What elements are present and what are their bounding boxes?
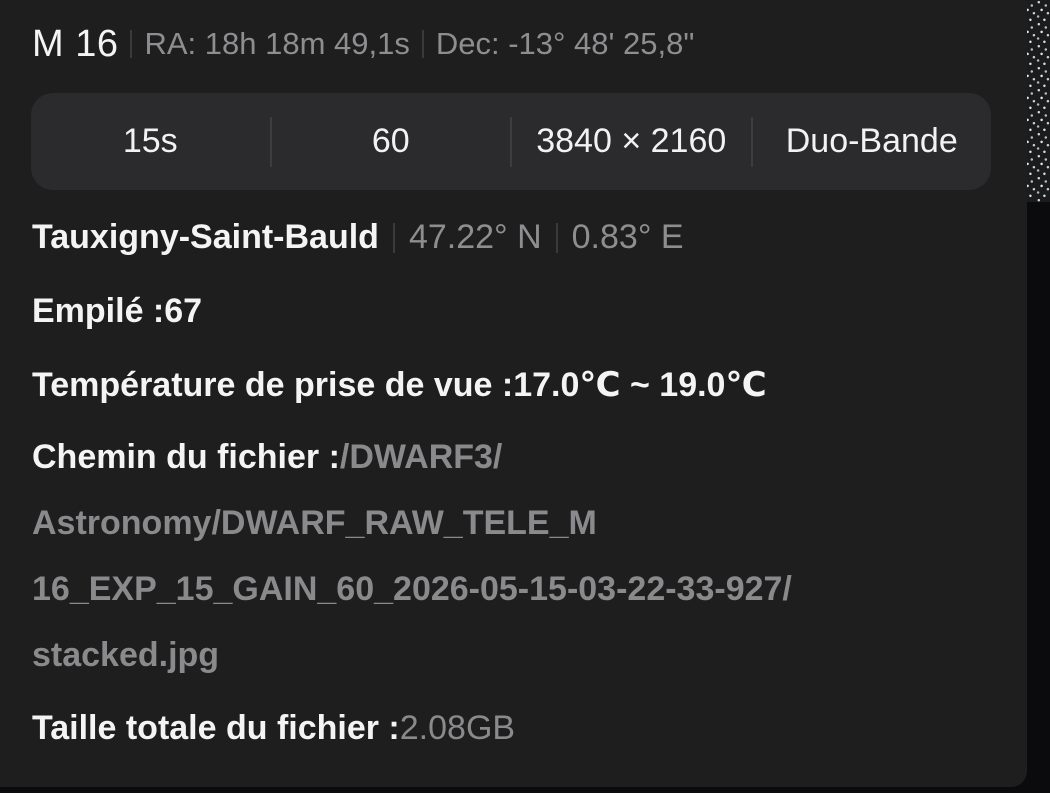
location-row: Tauxigny-Saint-Bauld 47.22° N 0.83° E [32,218,684,257]
header-separator [421,30,424,58]
file-path-row: Chemin du fichier :/DWARF3/ [32,438,502,477]
file-path-line: 16_EXP_15_GAIN_60_2026-05-15-03-22-33-92… [32,570,792,608]
file-path-label: Chemin du fichier : [32,438,340,476]
resolution-value: 3840 × 2160 [536,122,727,160]
location-name: Tauxigny-Saint-Bauld [32,218,379,256]
location-separator [392,222,395,253]
stacked-label: Empilé : [32,292,165,330]
longitude: 0.83° E [571,218,684,256]
capture-settings-bar: 15s 60 3840 × 2160 Duo-Bande [31,93,991,190]
file-path-line: Astronomy/DWARF_RAW_TELE_M [32,504,597,542]
declination: Dec: -13° 48' 25,8" [435,26,695,61]
latitude: 47.22° N [408,218,542,256]
right-ascension: RA: 18h 18m 49,1s [144,26,410,61]
stacked-count-row: Empilé :67 [32,292,202,331]
temperature-label: Température de prise de vue : [32,366,514,404]
gain-value: 60 [371,122,410,160]
image-info-panel: M 16 RA: 18h 18m 49,1s Dec: -13° 48' 25,… [0,0,1027,787]
target-header: M 16 RA: 18h 18m 49,1s Dec: -13° 48' 25,… [32,18,694,70]
filter-value: Duo-Bande [785,122,958,160]
stacked-value: 67 [164,292,203,330]
file-path-line: /DWARF3/ [339,438,503,476]
temperature-row: Température de prise de vue :17.0℃ ~ 19.… [32,365,767,405]
file-size-value: 2.08GB [399,709,516,747]
screen: M 16 RA: 18h 18m 49,1s Dec: -13° 48' 25,… [0,0,1050,793]
header-separator [130,30,133,58]
file-size-row: Taille totale du fichier :2.08GB [32,709,515,748]
location-separator [555,222,558,253]
file-size-label: Taille totale du fichier : [32,709,400,747]
temperature-value: 17.0℃ ~ 19.0℃ [513,366,767,404]
exposure-value: 15s [122,122,178,160]
file-path-line: stacked.jpg [32,636,220,674]
object-name: M 16 [32,22,119,65]
